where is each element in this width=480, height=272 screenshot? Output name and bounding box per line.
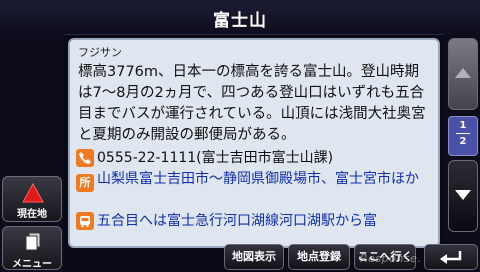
menu-button[interactable]: メニュー bbox=[2, 226, 62, 270]
bus-icon bbox=[76, 212, 94, 230]
back-button[interactable] bbox=[424, 244, 478, 270]
page-current: 1 bbox=[459, 120, 467, 131]
address-text: 山梨県富士吉田市～静岡県御殿場市、富士宮市ほか bbox=[97, 171, 419, 187]
return-arrow-icon bbox=[440, 251, 462, 264]
page-indicator: 1 2 bbox=[448, 116, 478, 156]
page-title: 富士山 bbox=[213, 11, 267, 31]
register-point-button[interactable]: 地点登録 bbox=[288, 244, 350, 270]
current-location-label: 現在地 bbox=[17, 209, 47, 220]
warning-triangle-icon bbox=[22, 183, 44, 203]
furigana-reading: フジサン bbox=[78, 46, 122, 59]
scroll-up-button[interactable] bbox=[448, 38, 478, 110]
menu-pages-icon bbox=[25, 232, 41, 251]
address-row[interactable]: 所山梨県富士吉田市～静岡県御殿場市、富士宮市ほか bbox=[76, 169, 436, 192]
left-panel: 現在地 メニュー bbox=[0, 34, 64, 272]
phone-icon bbox=[76, 149, 94, 167]
menu-label: メニュー bbox=[12, 259, 52, 270]
watermark: Response. bbox=[360, 252, 422, 265]
page-total: 2 bbox=[459, 136, 467, 147]
access-row[interactable]: 五合目へは富士急行河口湖線河口湖駅から富 bbox=[76, 211, 436, 232]
phone-row[interactable]: 0555-22-1111(富士吉田市富士山課) bbox=[76, 148, 436, 169]
phone-number: 0555-22-1111(富士吉田市富士山課) bbox=[97, 150, 334, 166]
scroll-down-button[interactable] bbox=[448, 160, 478, 232]
current-location-button[interactable]: 現在地 bbox=[2, 176, 62, 222]
chevron-down-icon bbox=[455, 190, 471, 200]
description-text: 標高3776m、日本一の標高を誇る富士山。登山時期は7～8月の2ヵ月で、四つある… bbox=[78, 64, 426, 143]
address-icon: 所 bbox=[76, 174, 94, 192]
chevron-up-icon bbox=[455, 68, 471, 78]
map-view-button[interactable]: 地図表示 bbox=[224, 244, 284, 270]
scroll-panel: 1 2 bbox=[444, 34, 480, 272]
info-panel: フジサン 標高3776m、日本一の標高を誇る富士山。登山時期は7～8月の2ヵ月で… bbox=[68, 38, 440, 248]
title-bar: 富士山 bbox=[0, 0, 480, 35]
access-text: 五合目へは富士急行河口湖線河口湖駅から富 bbox=[97, 213, 377, 229]
